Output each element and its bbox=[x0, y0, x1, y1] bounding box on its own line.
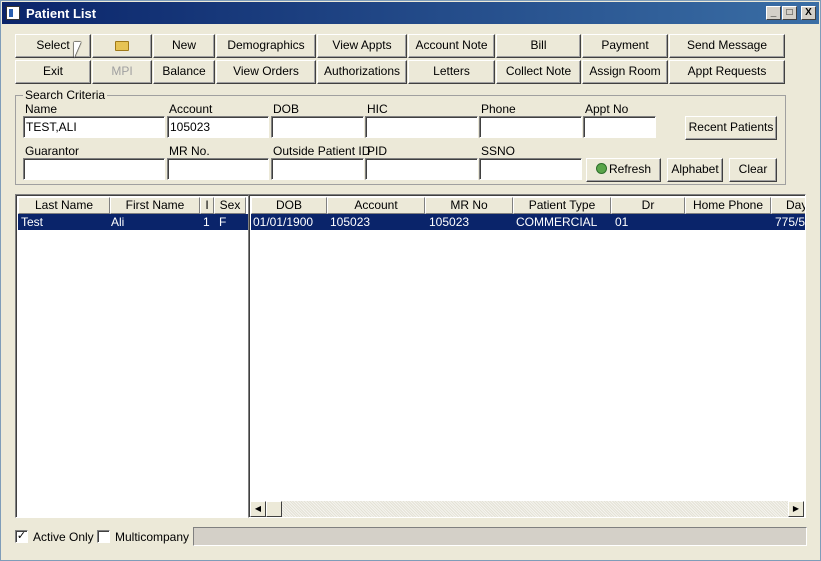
multicompany-checkbox[interactable] bbox=[97, 530, 110, 543]
new-button[interactable]: New bbox=[153, 34, 215, 58]
scroll-thumb[interactable] bbox=[266, 501, 282, 517]
multicompany-label[interactable]: Multicompany bbox=[115, 530, 189, 544]
cell-first-name: Ali bbox=[111, 215, 125, 229]
ssno-input[interactable] bbox=[479, 158, 582, 180]
window-title: Patient List bbox=[26, 6, 97, 21]
pid-input[interactable] bbox=[365, 158, 478, 180]
patient-detail-grid[interactable]: DOB Account MR No Patient Type Dr Home P… bbox=[248, 194, 806, 518]
appt-requests-button[interactable]: Appt Requests bbox=[669, 60, 785, 84]
cell-sex: F bbox=[219, 215, 227, 229]
appt-no-input[interactable] bbox=[583, 116, 656, 138]
pid-label: PID bbox=[367, 144, 388, 158]
appt-no-label: Appt No bbox=[585, 102, 629, 116]
col-first-name[interactable]: First Name bbox=[110, 197, 200, 214]
status-bar bbox=[193, 527, 807, 546]
recent-patients-button[interactable]: Recent Patients bbox=[685, 116, 777, 140]
alphabet-button[interactable]: Alphabet bbox=[667, 158, 723, 182]
view-appts-button[interactable]: View Appts bbox=[317, 34, 407, 58]
cell-dr: 01 bbox=[615, 215, 629, 229]
minimize-button[interactable]: _ bbox=[766, 6, 781, 20]
col-dr[interactable]: Dr bbox=[611, 197, 685, 214]
assign-room-button[interactable]: Assign Room bbox=[582, 60, 668, 84]
name-label: Name bbox=[25, 102, 58, 116]
send-message-button[interactable]: Send Message bbox=[669, 34, 785, 58]
active-only-label[interactable]: Active Only bbox=[33, 530, 94, 544]
mr-no-label: MR No. bbox=[169, 144, 210, 158]
balance-button[interactable]: Balance bbox=[153, 60, 215, 84]
col-sex[interactable]: Sex bbox=[214, 197, 246, 214]
clear-button[interactable]: Clear bbox=[729, 158, 777, 182]
mr-no-input[interactable] bbox=[167, 158, 269, 180]
refresh-icon bbox=[595, 163, 607, 174]
outside-patient-id-label: Outside Patient ID bbox=[273, 144, 371, 158]
patient-name-grid[interactable]: Last Name First Name I Sex Test Ali 1 F bbox=[15, 194, 249, 518]
mpi-button[interactable]: MPI bbox=[92, 60, 152, 84]
col-day[interactable]: Day bbox=[771, 197, 805, 214]
bill-button[interactable]: Bill bbox=[496, 34, 581, 58]
cell-day: 775/50 bbox=[775, 215, 806, 229]
mouse-cursor-icon bbox=[74, 42, 81, 58]
col-home-phone[interactable]: Home Phone bbox=[685, 197, 771, 214]
cell-initial: 1 bbox=[203, 215, 210, 229]
active-only-checkbox[interactable]: ✓ bbox=[15, 530, 28, 543]
app-icon bbox=[6, 6, 20, 20]
dob-label: DOB bbox=[273, 102, 300, 116]
patient-list-window: Patient List _ □ X Select New Demographi… bbox=[0, 0, 821, 561]
name-input[interactable]: TEST,ALI bbox=[23, 116, 165, 138]
cell-mr-no: 105023 bbox=[429, 215, 470, 229]
guarantor-label: Guarantor bbox=[25, 144, 80, 158]
phone-input[interactable] bbox=[479, 116, 582, 138]
outside-patient-id-input[interactable] bbox=[271, 158, 364, 180]
payment-button[interactable]: Payment bbox=[582, 34, 668, 58]
dob-input[interactable] bbox=[271, 116, 364, 138]
search-criteria-title: Search Criteria bbox=[23, 88, 108, 102]
cell-patient-type: COMMERCIAL bbox=[516, 215, 598, 229]
view-orders-button[interactable]: View Orders bbox=[216, 60, 316, 84]
cell-dob: 01/01/1900 bbox=[253, 215, 314, 229]
letters-button[interactable]: Letters bbox=[408, 60, 495, 84]
hic-input[interactable] bbox=[365, 116, 478, 138]
exit-button[interactable]: Exit bbox=[15, 60, 91, 84]
ssno-label: SSNO bbox=[481, 144, 516, 158]
account-label: Account bbox=[169, 102, 213, 116]
col-account[interactable]: Account bbox=[327, 197, 425, 214]
refresh-button[interactable]: Refresh bbox=[586, 158, 661, 182]
maximize-button[interactable]: □ bbox=[782, 6, 797, 20]
refresh-label: Refresh bbox=[608, 162, 652, 176]
account-note-button[interactable]: Account Note bbox=[408, 34, 495, 58]
col-last-name[interactable]: Last Name bbox=[18, 197, 110, 214]
col-dob[interactable]: DOB bbox=[251, 197, 327, 214]
demographics-button[interactable]: Demographics bbox=[216, 34, 316, 58]
col-patient-type[interactable]: Patient Type bbox=[513, 197, 611, 214]
open-folder-button[interactable] bbox=[92, 34, 152, 58]
hic-label: HIC bbox=[367, 102, 388, 116]
scroll-right-button[interactable]: ▶ bbox=[788, 501, 804, 517]
col-initial[interactable]: I bbox=[200, 197, 214, 214]
horizontal-scrollbar[interactable]: ◀ ▶ bbox=[250, 501, 804, 517]
phone-label: Phone bbox=[481, 102, 516, 116]
collect-note-button[interactable]: Collect Note bbox=[496, 60, 581, 84]
cell-last-name: Test bbox=[21, 215, 44, 229]
close-button[interactable]: X bbox=[801, 6, 816, 20]
cell-account: 105023 bbox=[330, 215, 371, 229]
scroll-left-button[interactable]: ◀ bbox=[250, 501, 266, 517]
folder-icon bbox=[115, 41, 129, 51]
authorizations-button[interactable]: Authorizations bbox=[317, 60, 407, 84]
guarantor-input[interactable] bbox=[23, 158, 165, 180]
title-bar[interactable]: Patient List _ □ X bbox=[2, 2, 819, 24]
table-row[interactable]: 01/01/1900 105023 105023 COMMERCIAL 01 7… bbox=[251, 214, 806, 230]
account-input[interactable]: 105023 bbox=[167, 116, 269, 138]
table-row[interactable]: Test Ali 1 F bbox=[18, 214, 248, 230]
col-mr-no[interactable]: MR No bbox=[425, 197, 513, 214]
